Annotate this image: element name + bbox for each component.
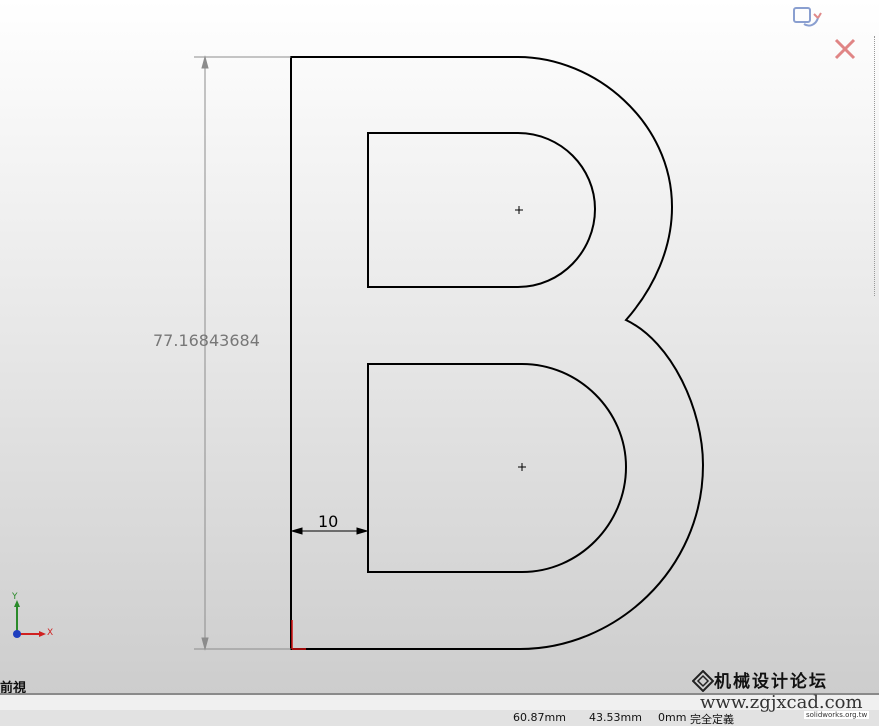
forum-logo-icon xyxy=(692,670,714,692)
watermark-url: www.zgjxcad.com xyxy=(700,692,863,713)
sketch-canvas[interactable] xyxy=(0,0,879,694)
status-z-coord: 0mm xyxy=(658,711,687,724)
watermark-subtext: solidworks.org.tw xyxy=(804,711,870,719)
graphics-area[interactable]: 77.16843684 10 Y X xyxy=(0,0,879,694)
triad-y-label: Y xyxy=(12,592,18,602)
close-icon[interactable] xyxy=(834,38,856,60)
dimension-height-value[interactable]: 77.16843684 xyxy=(153,331,260,350)
coordinate-triad-icon xyxy=(13,600,46,638)
arc-center-lower[interactable] xyxy=(518,463,526,471)
status-x-coord: 60.87mm xyxy=(513,711,566,724)
dimension-height[interactable] xyxy=(194,55,291,651)
arc-center-upper[interactable] xyxy=(515,206,523,214)
panel-splitter[interactable] xyxy=(874,36,879,296)
dimension-width-value[interactable]: 10 xyxy=(318,512,338,531)
watermark-title: 机械设计论坛 xyxy=(714,672,828,692)
triad-x-label: X xyxy=(47,628,54,638)
forum-watermark: 机械设计论坛 www.zgjxcad.com solidworks.org.tw xyxy=(692,664,879,726)
sketch-upper-counter[interactable] xyxy=(367,132,597,288)
sketch-lower-counter[interactable] xyxy=(367,363,628,573)
sketch-origin xyxy=(291,620,306,650)
status-y-coord: 43.53mm xyxy=(589,711,642,724)
sketch-outer-profile[interactable] xyxy=(290,56,705,650)
confirm-rebuild-icon[interactable] xyxy=(793,7,822,27)
confirmation-corner xyxy=(790,2,856,60)
